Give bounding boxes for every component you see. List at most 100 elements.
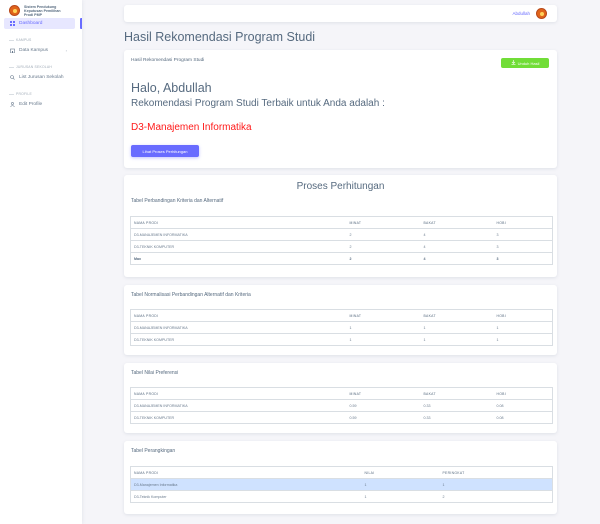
table-cell: D3-TEKNIK KOMPUTER <box>130 333 347 346</box>
table-title-comparison: Tabel Perbandingan Kriteria dan Alternat… <box>131 198 224 204</box>
table-row: D3-TEKNIK KOMPUTER 0.59 0.33 0.08 <box>130 411 553 424</box>
column-header: NAMA PRODI <box>130 309 347 322</box>
table-cell: 1 <box>346 321 421 334</box>
table-cell: 4 <box>420 252 494 265</box>
column-header: MINAT <box>346 216 421 229</box>
sidebar-item-label: List Jurusan Sekolah <box>19 75 64 80</box>
sidebar-item-dashboard[interactable]: Dashboard <box>4 18 75 29</box>
table-cell: 2 <box>439 490 553 503</box>
column-header: NILAI <box>361 466 440 479</box>
table-cell: 3 <box>493 252 553 265</box>
result-card-title: Hasil Rekomendasi Program Studi <box>131 58 205 63</box>
table-title-preference: Tabel Nilai Preferensi <box>131 370 179 376</box>
calculation-card: Proses Perhitungan Tabel Perbandingan Kr… <box>124 175 557 277</box>
column-header: HOBI <box>493 309 553 322</box>
table-cell: 0.59 <box>346 399 421 412</box>
table-cell: 1 <box>439 478 553 491</box>
table-cell: D3-MANAJEMEN INFORMATIKA <box>130 321 347 334</box>
brand-line-3: Prodi PMP <box>24 13 42 17</box>
page-title: Hasil Rekomendasi Program Studi <box>124 30 316 44</box>
download-label: Unduh Hasil <box>517 60 540 66</box>
download-icon <box>511 60 516 66</box>
table-header-row: NAMA PRODI MINAT BAKAT HOBI <box>130 309 553 322</box>
sidebar-item-list-jurusan[interactable]: List Jurusan Sekolah <box>4 72 75 83</box>
column-header: HOBI <box>493 387 553 400</box>
table-cell: 0.08 <box>493 411 553 424</box>
top-navbar: Abdullah <box>124 5 557 22</box>
normalization-table: NAMA PRODI MINAT BAKAT HOBI D3-MANAJEMEN… <box>130 309 553 346</box>
table-row: D3-TEKNIK KOMPUTER 2 4 3 <box>130 240 553 253</box>
column-header: BAKAT <box>420 216 494 229</box>
table-title-ranking: Tabel Perangkingan <box>131 448 176 454</box>
active-indicator <box>80 18 82 29</box>
table-row: D3-MANAJEMEN INFORMATIKA 1 1 1 <box>130 321 553 334</box>
table-row: D3-MANAJEMEN INFORMATIKA 0.59 0.33 0.08 <box>130 399 553 412</box>
dashboard-icon <box>10 21 15 26</box>
column-header: NAMA PRODI <box>130 216 347 229</box>
ranking-card: Tabel Perangkingan NAMA PRODI NILAI PERI… <box>124 441 557 514</box>
avatar[interactable] <box>536 8 547 19</box>
sidebar-item-edit-profile[interactable]: Edit Profile <box>4 99 75 110</box>
sidebar-item-label: Edit Profile <box>19 102 43 107</box>
table-header-row: NAMA PRODI MINAT BAKAT HOBI <box>130 216 553 229</box>
table-cell: D3-Manajemen Informatika <box>130 478 362 491</box>
column-header: MINAT <box>346 309 421 322</box>
calculation-title: Proses Perhitungan <box>296 181 385 192</box>
column-header: HOBI <box>493 216 553 229</box>
download-button[interactable]: Unduh Hasil <box>501 58 549 68</box>
comparison-table: NAMA PRODI MINAT BAKAT HOBI D3-MANAJEMEN… <box>130 216 553 265</box>
sidebar-item-data-kampus[interactable]: Data Kampus › <box>4 45 75 56</box>
table-cell: 1 <box>346 333 421 346</box>
preference-card: Tabel Nilai Preferensi NAMA PRODI MINAT … <box>124 363 557 433</box>
table-cell: 2 <box>346 252 421 265</box>
table-cell: 3 <box>493 228 553 241</box>
table-cell: D3-TEKNIK KOMPUTER <box>130 240 347 253</box>
table-cell: D3-Teknik Komputer <box>130 490 362 503</box>
column-header: NAMA PRODI <box>130 387 347 400</box>
table-cell: 1 <box>361 478 440 491</box>
view-calculation-button[interactable]: Lihat Proses Perhitungan <box>131 145 199 157</box>
table-cell: 4 <box>420 228 494 241</box>
user-icon <box>10 102 15 107</box>
ranking-table: NAMA PRODI NILAI PERINGKAT D3-Manajemen … <box>130 466 553 503</box>
column-header: PERINGKAT <box>439 466 553 479</box>
table-row-max: Max 2 4 3 <box>130 252 553 265</box>
table-row: D3-MANAJEMEN INFORMATIKA 2 4 3 <box>130 228 553 241</box>
table-cell: D3-MANAJEMEN INFORMATIKA <box>130 228 347 241</box>
preference-table: NAMA PRODI MINAT BAKAT HOBI D3-MANAJEMEN… <box>130 387 553 424</box>
table-row-highlighted: D3-Manajemen Informatika 1 1 <box>130 478 553 491</box>
brand[interactable]: Sistem Pendukung Keputusan Pemilihan Pro… <box>0 0 82 18</box>
menu-header-jurusan: JURUSAN SEKOLAH <box>0 62 82 72</box>
recommendation-subtitle: Rekomendasi Program Studi Terbaik untuk … <box>131 98 385 109</box>
table-row: D3-Teknik Komputer 1 2 <box>130 490 553 503</box>
table-header-row: NAMA PRODI MINAT BAKAT HOBI <box>130 387 553 400</box>
table-cell: 1 <box>361 490 440 503</box>
normalization-card: Tabel Normalisasi Perbandingan Alternati… <box>124 285 557 355</box>
table-cell: 2 <box>346 240 421 253</box>
chevron-right-icon: › <box>65 48 67 53</box>
menu-header-kampus: KAMPUS <box>0 35 82 45</box>
sidebar: Sistem Pendukung Keputusan Pemilihan Pro… <box>0 0 82 524</box>
table-cell: 1 <box>420 321 494 334</box>
column-header: BAKAT <box>420 387 494 400</box>
recommended-program: D3-Manajemen Informatika <box>131 122 252 133</box>
table-cell: 4 <box>420 240 494 253</box>
table-cell: 0.08 <box>493 399 553 412</box>
table-cell: Max <box>130 252 347 265</box>
sidebar-item-label: Data Kampus <box>19 48 49 53</box>
result-card: Hasil Rekomendasi Program Studi Unduh Ha… <box>124 50 557 168</box>
table-cell: 3 <box>493 240 553 253</box>
table-cell: 1 <box>493 321 553 334</box>
menu-header-profile: PROFILE <box>0 89 82 99</box>
table-cell: 1 <box>493 333 553 346</box>
table-row: D3-TEKNIK KOMPUTER 1 1 1 <box>130 333 553 346</box>
navbar-username[interactable]: Abdullah <box>512 11 530 16</box>
building-icon <box>10 48 15 53</box>
table-title-normalization: Tabel Normalisasi Perbandingan Alternati… <box>131 292 251 298</box>
brand-text: Sistem Pendukung Keputusan Pemilihan Pro… <box>24 5 61 17</box>
column-header: NAMA PRODI <box>130 466 362 479</box>
greeting: Halo, Abdullah <box>131 81 212 95</box>
column-header: MINAT <box>346 387 421 400</box>
table-cell: 0.59 <box>346 411 421 424</box>
brand-logo <box>9 5 20 16</box>
